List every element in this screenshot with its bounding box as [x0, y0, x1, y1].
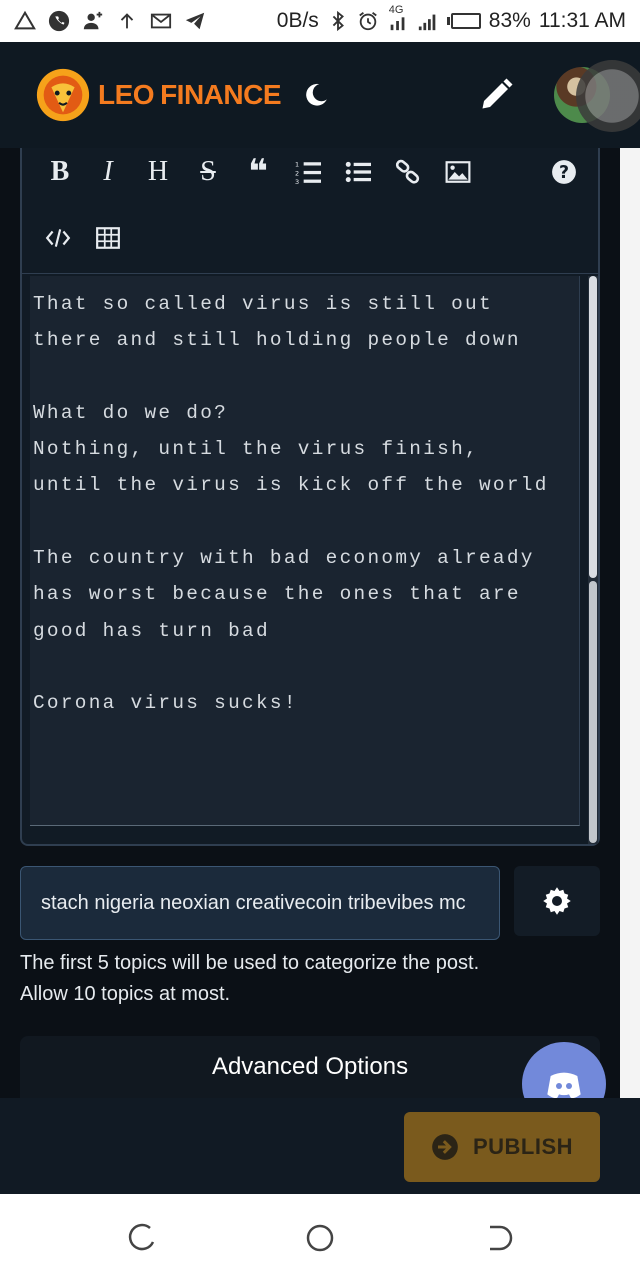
logo-text-finance: FINANCE: [160, 79, 282, 110]
body-line: [33, 359, 579, 395]
tags-input-value: stach nigeria neoxian creativecoin tribe…: [41, 891, 466, 914]
gear-icon: [543, 887, 571, 915]
recents-button[interactable]: [126, 1222, 158, 1254]
strikethrough-button[interactable]: S: [188, 152, 228, 192]
quote-button[interactable]: ❝: [238, 152, 278, 192]
tags-input[interactable]: stach nigeria neoxian creativecoin tribe…: [20, 866, 500, 940]
back-icon: [490, 1225, 513, 1251]
network-speed: 0B/s: [276, 9, 319, 32]
svg-text:2: 2: [295, 169, 299, 177]
link-icon: [395, 159, 420, 184]
body-line: Corona virus sucks!: [33, 692, 298, 715]
publish-label: PUBLISH: [472, 1134, 574, 1159]
settings-button[interactable]: [514, 866, 600, 936]
home-icon: [306, 1224, 334, 1252]
app-header: LEO FINANCE: [0, 42, 640, 148]
publish-button[interactable]: PUBLISH: [404, 1112, 600, 1182]
svg-text:?: ?: [559, 163, 569, 183]
logo-text-leo: LEO: [98, 79, 155, 110]
discord-icon: [547, 1072, 581, 1098]
upload-arrow-icon: [116, 10, 138, 32]
svg-text:3: 3: [295, 178, 299, 185]
pencil-icon[interactable]: [478, 77, 514, 113]
alarm-icon: [357, 10, 379, 32]
body-line: What do we do?: [33, 401, 229, 424]
avatar[interactable]: [554, 60, 640, 132]
help-button[interactable]: ?: [544, 152, 584, 192]
heading-button[interactable]: H: [138, 152, 178, 192]
code-button[interactable]: [38, 218, 78, 258]
svg-text:1: 1: [295, 161, 299, 169]
bluetooth-icon: [327, 10, 349, 32]
lion-logo-icon: [36, 68, 90, 122]
bold-button[interactable]: B: [40, 152, 80, 192]
unordered-list-button[interactable]: [338, 152, 378, 192]
body-line: there and still holding people down: [33, 329, 521, 352]
signal-label: 4G: [388, 4, 404, 16]
arrow-right-circle-icon: [432, 1134, 458, 1160]
markdown-editor: B I H S ❝ 123 ? That so called virus is …: [20, 148, 600, 846]
body-line: [33, 504, 579, 540]
status-bar: 0B/s 4G 83% 11:31 AM: [0, 0, 640, 42]
table-icon: [96, 227, 120, 249]
telegram-icon: [184, 10, 206, 32]
italic-button[interactable]: I: [88, 152, 128, 192]
advanced-options-label: Advanced Options: [211, 1053, 409, 1080]
ordered-list-icon: 123: [295, 161, 321, 185]
body-line: That so called virus is still out: [33, 293, 493, 315]
advanced-options-toggle[interactable]: Advanced Options: [20, 1036, 600, 1098]
scrollbar-thumb[interactable]: [589, 276, 597, 578]
page-edge: [620, 148, 640, 1098]
body-line: has worst because the ones that are: [33, 583, 521, 606]
wifi-signal-icon: [417, 10, 439, 32]
link-button[interactable]: [388, 152, 428, 192]
body-line: The country with bad economy already: [33, 547, 535, 570]
table-button[interactable]: [88, 218, 128, 258]
help-icon: ?: [552, 160, 576, 184]
touch-ripple: [576, 60, 640, 132]
editor-scrollbar[interactable]: [588, 276, 598, 844]
ordered-list-button[interactable]: 123: [288, 152, 328, 192]
system-navigation-bar: [0, 1194, 640, 1280]
back-button[interactable]: [482, 1222, 514, 1254]
code-icon: [45, 229, 71, 247]
scrollbar-track-lower: [589, 581, 597, 843]
home-button[interactable]: [304, 1222, 336, 1254]
tags-hint: The first 5 topics will be used to categ…: [20, 952, 480, 1005]
body-line: good has turn bad: [33, 619, 270, 642]
battery-icon: [446, 13, 481, 29]
gmail-icon: [150, 10, 172, 32]
editor-page: B I H S ❝ 123 ? That so called virus is …: [0, 148, 620, 1098]
recents-icon: [128, 1223, 155, 1251]
editor-toolbar: B I H S ❝ 123 ?: [22, 148, 598, 274]
discord-button[interactable]: [522, 1042, 606, 1098]
add-person-icon: [82, 10, 104, 32]
body-line: [33, 649, 579, 685]
alert-icon: [14, 10, 36, 32]
publish-bar: PUBLISH: [0, 1098, 640, 1194]
cell-signal-icon: 4G: [387, 4, 409, 32]
unordered-list-icon: [345, 161, 371, 183]
moon-icon[interactable]: [303, 82, 329, 108]
leofinance-logo[interactable]: LEO FINANCE: [34, 66, 282, 124]
image-button[interactable]: [438, 152, 478, 192]
phone-icon: [48, 10, 70, 32]
clock: 11:31 AM: [538, 9, 626, 32]
body-line: until the virus is kick off the world: [33, 474, 549, 497]
image-icon: [445, 161, 471, 183]
post-body-textarea[interactable]: That so called virus is still out there a…: [30, 276, 580, 826]
body-line: Nothing, until the virus finish,: [33, 438, 479, 461]
battery-percent: 83%: [488, 9, 531, 32]
